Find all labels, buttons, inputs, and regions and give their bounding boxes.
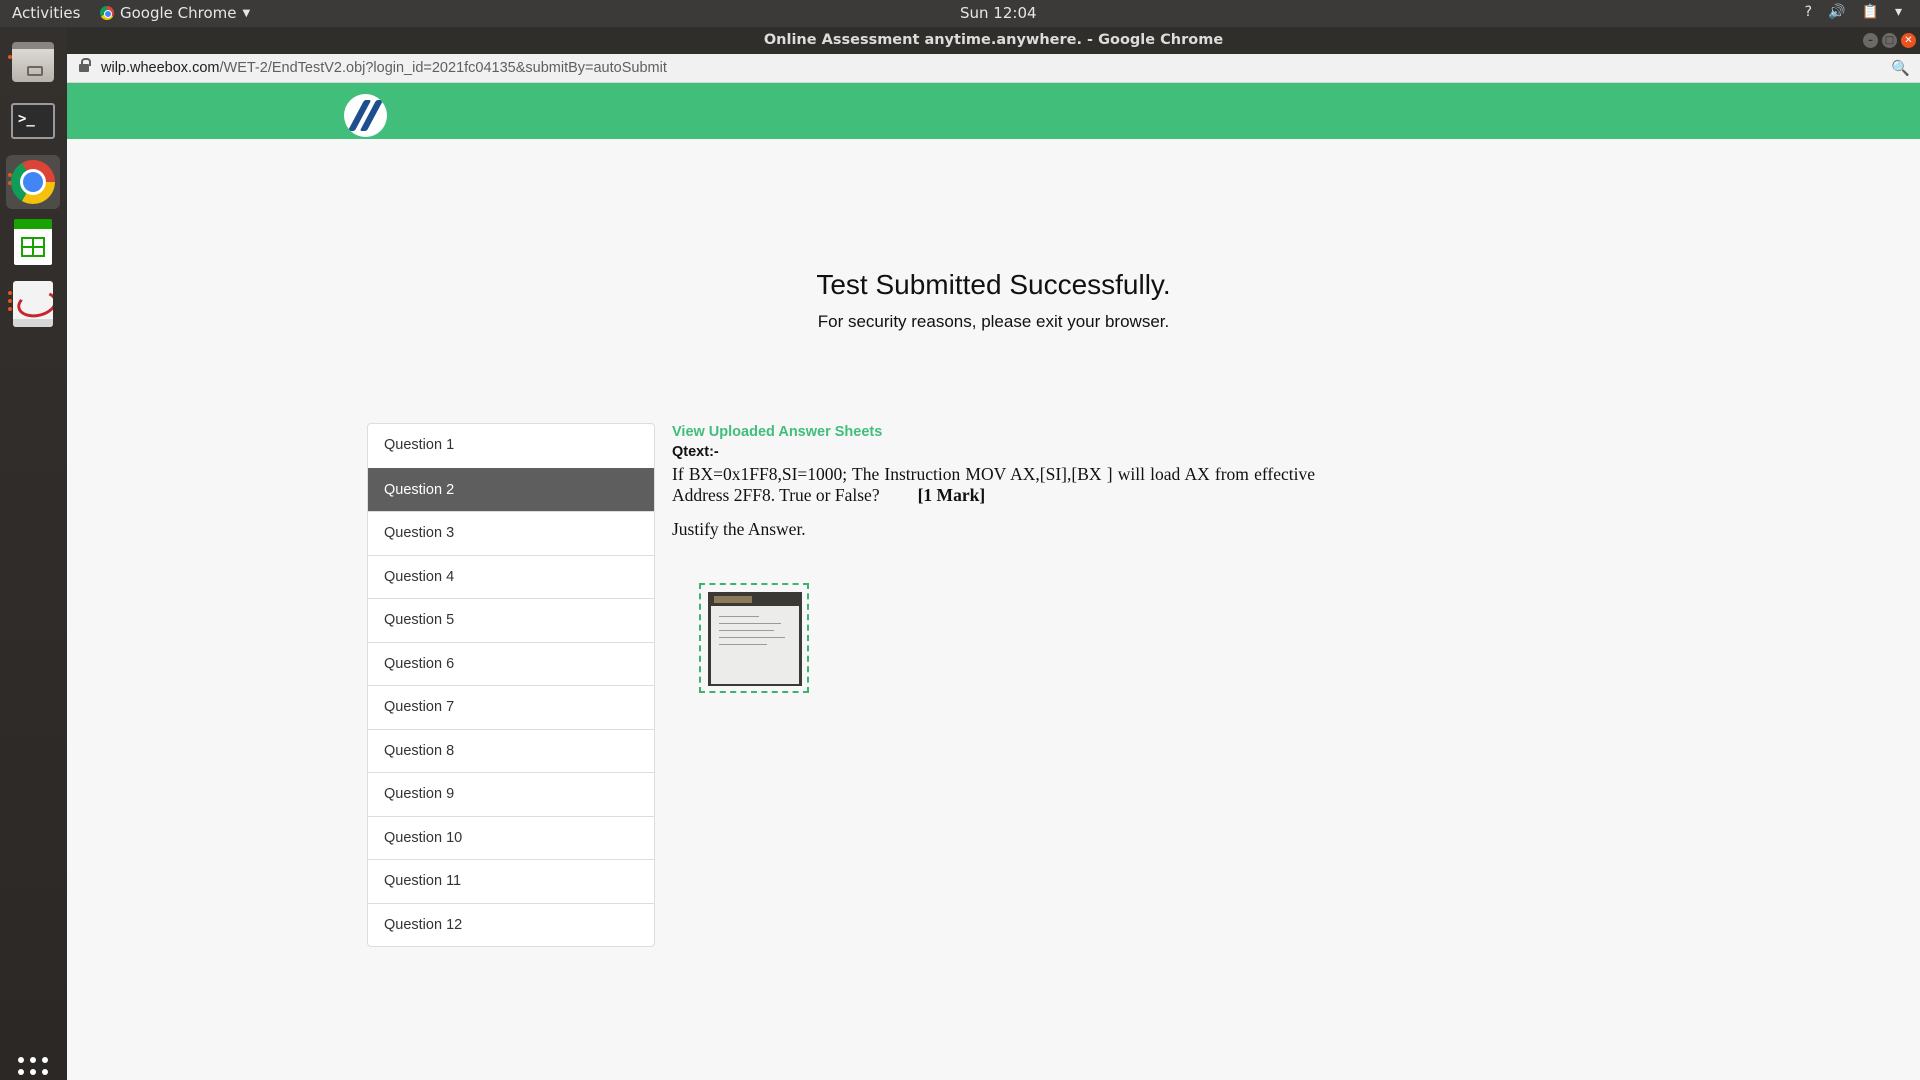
- window-title: Online Assessment anytime.anywhere. - Go…: [763, 32, 1224, 48]
- chrome-icon: [100, 6, 114, 20]
- files-icon: [12, 42, 54, 82]
- activities-button[interactable]: Activities: [12, 4, 80, 22]
- answer-sheet-image: [708, 592, 802, 686]
- question-list: Question 1 Question 2 Question 3 Question 4…: [367, 423, 655, 947]
- volume-icon[interactable]: 🔊: [1828, 4, 1845, 20]
- page-content: Test Submitted Successfully. For securit…: [67, 83, 1920, 1080]
- question-nav-item[interactable]: Question 6: [368, 641, 654, 686]
- question-nav-item[interactable]: Question 7: [368, 685, 654, 729]
- site-header: [67, 83, 1920, 139]
- question-nav-item[interactable]: Question 4: [368, 554, 654, 599]
- window-title-bar[interactable]: Online Assessment anytime.anywhere. - Go…: [67, 27, 1920, 54]
- document-viewer-icon: [13, 281, 53, 327]
- question-nav-item[interactable]: Question 10: [368, 815, 654, 860]
- chevron-down-icon[interactable]: ▾: [1895, 4, 1902, 20]
- question-nav-item[interactable]: Question 2: [368, 467, 654, 511]
- justify-instruction: Justify the Answer.: [672, 519, 806, 539]
- url-text[interactable]: wilp.wheebox.com/WET-2/EndTestV2.obj?log…: [101, 60, 667, 76]
- dock: >_: [0, 27, 67, 1080]
- help-icon[interactable]: ?: [1805, 4, 1812, 20]
- question-panel: View Uploaded Answer Sheets Qtext:- If B…: [672, 424, 1315, 540]
- clipboard-icon[interactable]: 📋: [1862, 4, 1879, 20]
- dock-calc[interactable]: [6, 215, 60, 269]
- question-nav-item[interactable]: Question 12: [368, 902, 654, 947]
- qtext-label: Qtext:-: [672, 444, 719, 460]
- chevron-down-icon: ▼: [242, 7, 251, 19]
- url-host: wilp.wheebox.com: [101, 60, 220, 76]
- question-nav-item[interactable]: Question 8: [368, 728, 654, 773]
- spreadsheet-icon: [14, 219, 52, 265]
- running-indicator: [8, 299, 12, 303]
- answer-sheet-thumbnail[interactable]: [699, 583, 809, 693]
- dock-terminal[interactable]: >_: [6, 94, 60, 148]
- app-menu[interactable]: Google Chrome ▼: [100, 4, 250, 22]
- question-nav-item[interactable]: Question 5: [368, 598, 654, 642]
- question-marks: [1 Mark]: [917, 485, 986, 505]
- dock-files[interactable]: [6, 35, 60, 89]
- url-path: /WET-2/EndTestV2.obj?login_id=2021fc0413…: [219, 60, 667, 76]
- app-menu-label: Google Chrome: [120, 4, 237, 22]
- question-text: If BX=0x1FF8,SI=1000; The Instruction MO…: [672, 464, 1315, 506]
- system-top-bar: Activities Google Chrome ▼ Sun 12:04 ? 🔊…: [0, 0, 1920, 27]
- minimize-icon[interactable]: –: [1863, 33, 1878, 48]
- lock-icon[interactable]: [79, 58, 91, 74]
- page-subtitle: For security reasons, please exit your b…: [817, 312, 1170, 331]
- clock[interactable]: Sun 12:04: [960, 4, 1037, 22]
- question-nav-item[interactable]: Question 1: [368, 424, 654, 468]
- question-nav-item[interactable]: Question 3: [368, 511, 654, 555]
- address-bar[interactable]: wilp.wheebox.com/WET-2/EndTestV2.obj?log…: [67, 54, 1920, 83]
- zoom-icon[interactable]: 🔍: [1891, 59, 1910, 77]
- chrome-icon: [11, 160, 55, 204]
- system-tray[interactable]: ? 🔊 📋 ▾: [1805, 4, 1902, 20]
- page-title: Test Submitted Successfully.: [816, 269, 1171, 300]
- question-nav-item[interactable]: Question 11: [368, 859, 654, 903]
- dock-chrome[interactable]: [6, 155, 60, 209]
- window-controls: – □ ✕: [1863, 33, 1916, 48]
- maximize-icon[interactable]: □: [1882, 33, 1897, 48]
- close-icon[interactable]: ✕: [1901, 33, 1916, 48]
- view-answer-sheets-link[interactable]: View Uploaded Answer Sheets: [672, 424, 1315, 440]
- question-body: If BX=0x1FF8,SI=1000; The Instruction MO…: [672, 464, 1315, 505]
- dock-document-viewer[interactable]: [6, 277, 60, 331]
- running-indicator: [8, 291, 12, 295]
- question-nav-item[interactable]: Question 9: [368, 772, 654, 816]
- wheebox-logo: [344, 94, 387, 137]
- running-indicator: [8, 307, 12, 311]
- terminal-icon: >_: [11, 103, 55, 139]
- show-applications-icon[interactable]: [18, 1057, 48, 1080]
